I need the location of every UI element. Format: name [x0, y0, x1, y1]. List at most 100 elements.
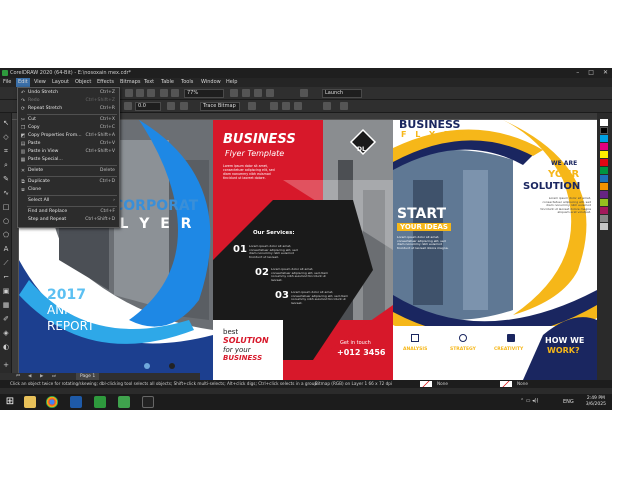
swatch-cyan[interactable] [600, 135, 608, 142]
connector-tool-icon[interactable]: ⌐ [2, 273, 10, 281]
rotation-angle-field[interactable]: 0.0 [135, 102, 161, 111]
save-icon[interactable] [147, 89, 155, 97]
swatch-black[interactable] [600, 127, 608, 134]
full-screen-icon[interactable] [230, 89, 238, 97]
add-tool-icon[interactable]: + [2, 361, 10, 369]
lock-icon[interactable] [323, 102, 331, 110]
menu-item-paste[interactable]: ▤ Paste Ctrl+V [18, 140, 119, 148]
eyedropper-tool-icon[interactable]: ✐ [2, 315, 10, 323]
add-icon[interactable] [340, 102, 348, 110]
menu-item-repeat-stretch[interactable]: ⟳ Repeat Stretch Ctrl+R [18, 105, 119, 113]
swatch-orange[interactable] [600, 183, 608, 190]
menu-item-copy-properties[interactable]: ◩ Copy Properties From... Ctrl+Shift+A [18, 132, 119, 140]
guidelines-icon[interactable] [266, 89, 274, 97]
swatch-white[interactable] [600, 119, 608, 126]
options-icon[interactable] [300, 89, 308, 97]
ellipse-tool-icon[interactable]: ○ [2, 217, 10, 225]
transparency-tool-icon[interactable]: ▦ [2, 301, 10, 309]
maximize-button[interactable]: □ [588, 68, 594, 78]
menu-item-undo-stretch[interactable]: ↶ Undo Stretch Ctrl+Z [18, 89, 119, 97]
menu-edit[interactable]: Edit [16, 78, 30, 87]
polygon-tool-icon[interactable]: ⬠ [2, 231, 10, 239]
menu-help[interactable]: Help [226, 78, 237, 87]
shadow-tool-icon[interactable]: ▣ [2, 287, 10, 295]
chrome-icon[interactable] [46, 396, 58, 408]
swatch-magenta[interactable] [600, 143, 608, 150]
crop-icon[interactable] [248, 102, 256, 110]
trace-bitmap-button[interactable]: Trace Bitmap [200, 102, 240, 111]
edit-bitmap-icon[interactable] [180, 102, 188, 110]
zoom-tool-icon[interactable]: ⌕ [2, 161, 10, 169]
launch-dropdown[interactable]: Launch [322, 89, 362, 98]
parallel-dimension-icon[interactable]: ⟋ [2, 259, 10, 267]
menu-tools[interactable]: Tools [181, 78, 193, 87]
file-explorer-icon[interactable] [24, 396, 36, 408]
menu-item-cut[interactable]: ✂ Cut Ctrl+X [18, 116, 119, 124]
menu-window[interactable]: Window [201, 78, 221, 87]
crop-tool-icon[interactable]: ⌗ [2, 147, 10, 155]
pick-tool-icon[interactable]: ↖ [2, 119, 10, 127]
redo-toolbar-icon[interactable] [171, 89, 179, 97]
align-left-icon[interactable] [270, 102, 278, 110]
menu-item-copy[interactable]: ❐ Copy Ctrl+C [18, 124, 119, 132]
swatch-light-gray[interactable] [600, 223, 608, 230]
freehand-tool-icon[interactable]: ✎ [2, 175, 10, 183]
align-right-icon[interactable] [294, 102, 302, 110]
swatch-purple[interactable] [600, 191, 608, 198]
windows-start-icon[interactable]: ⊞ [4, 396, 16, 408]
system-tray-icons[interactable]: ⌃ ▭ ◂)) [520, 398, 539, 404]
menu-item-paste-in-view[interactable]: ▥ Paste in View Ctrl+Shift+V [18, 148, 119, 156]
prev-page-icon[interactable]: ◀ [28, 373, 31, 380]
swatch-gray[interactable] [600, 215, 608, 222]
interactive-fill-icon[interactable]: ◈ [2, 329, 10, 337]
mirror-vertical-icon[interactable] [167, 102, 175, 110]
swatch-lime[interactable] [600, 199, 608, 206]
swatch-blue[interactable] [600, 175, 608, 182]
menu-bitmaps[interactable]: Bitmaps [120, 78, 141, 87]
menu-item-duplicate[interactable]: ⧉ Duplicate Ctrl+D [18, 178, 119, 186]
menu-item-step-repeat[interactable]: Step and Repeat Ctrl+Shift+D [18, 216, 119, 224]
menu-table[interactable]: Table [161, 78, 174, 87]
align-center-icon[interactable] [282, 102, 290, 110]
menu-item-clone[interactable]: ⧈ Clone [18, 186, 119, 194]
artistic-media-icon[interactable]: ∿ [2, 189, 10, 197]
menu-item-select-all[interactable]: Select All › [18, 197, 119, 205]
menu-item-redo[interactable]: ↷ Redo Ctrl+Shift+Z [18, 97, 119, 105]
close-button[interactable]: ✕ [603, 68, 608, 78]
flyer-panel-business-red[interactable]: BUSINESS Flyer Template DL Lorem ipsum d… [213, 120, 393, 380]
open-icon[interactable] [136, 89, 144, 97]
swatch-yellow[interactable] [600, 151, 608, 158]
menu-item-delete[interactable]: ✕ Delete Delete [18, 167, 119, 175]
swatch-plum[interactable] [600, 207, 608, 214]
swatch-red[interactable] [600, 159, 608, 166]
mirror-horizontal-icon[interactable] [124, 102, 132, 110]
new-document-icon[interactable] [125, 89, 133, 97]
clock[interactable]: 2:49 PM 3/6/2025 [586, 396, 606, 408]
menu-effects[interactable]: Effects [97, 78, 114, 87]
menu-object[interactable]: Object [75, 78, 91, 87]
app-icon-green[interactable] [118, 396, 130, 408]
coreldraw-taskbar-icon[interactable] [94, 396, 106, 408]
language-indicator[interactable]: ENG [563, 399, 574, 405]
shape-tool-icon[interactable]: ◇ [2, 133, 10, 141]
next-page-icon[interactable]: ▶ [40, 373, 43, 380]
rectangle-tool-icon[interactable]: □ [2, 203, 10, 211]
flyer-panel-business-yellow[interactable]: BUSINESS F L Y E R WE ARE YOUR SOLUTION … [393, 120, 597, 380]
swatch-green[interactable] [600, 167, 608, 174]
undo-toolbar-icon[interactable] [160, 89, 168, 97]
app-icon-blue[interactable] [70, 396, 82, 408]
menu-item-find-replace[interactable]: Find and Replace Ctrl+F [18, 208, 119, 216]
menu-item-paste-special[interactable]: ▦ Paste Special... [18, 156, 119, 164]
capcut-icon[interactable] [142, 396, 154, 408]
show-grid-icon[interactable] [254, 89, 262, 97]
menu-layout[interactable]: Layout [52, 78, 69, 87]
zoom-level-field[interactable]: 77% [184, 89, 224, 98]
show-rulers-icon[interactable] [242, 89, 250, 97]
menu-file[interactable]: File [3, 78, 11, 87]
page-tab-1[interactable]: Page 1 [76, 373, 100, 380]
minimize-button[interactable]: – [576, 68, 579, 78]
menu-view[interactable]: View [34, 78, 46, 87]
last-page-icon[interactable]: ⏭ [52, 373, 56, 380]
text-tool-icon[interactable]: A [2, 245, 10, 253]
menu-text[interactable]: Text [144, 78, 154, 87]
